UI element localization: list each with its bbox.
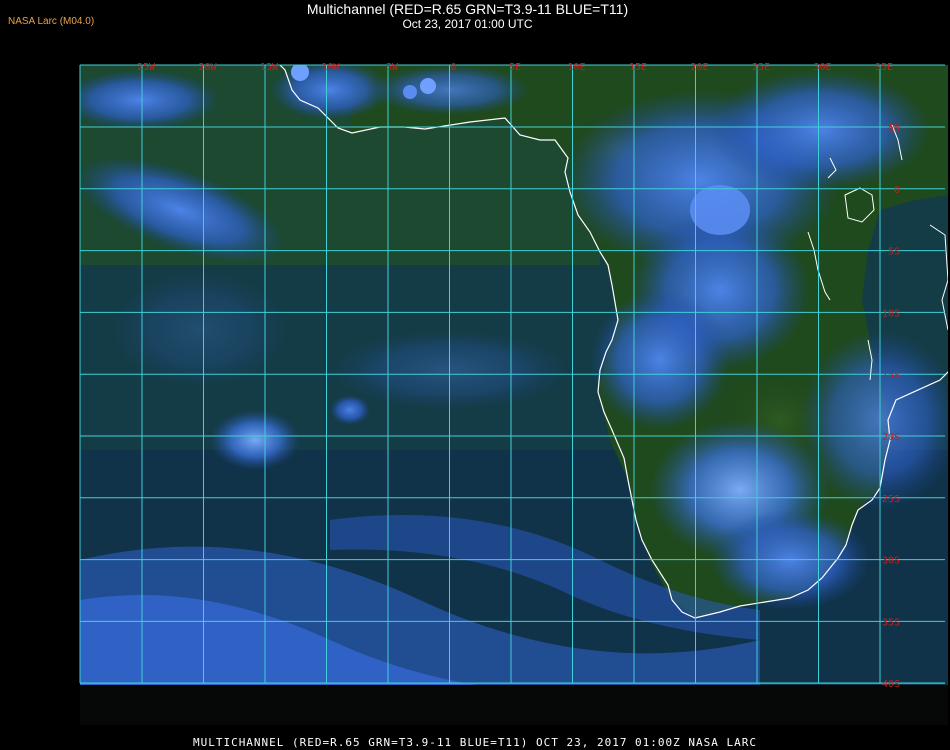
longitude-label: 0 [450, 62, 456, 73]
latitude-label: 0 [894, 185, 900, 196]
longitude-label: 10E [567, 62, 585, 73]
longitude-label: 20E [690, 62, 708, 73]
longitude-label: 35E [875, 62, 893, 73]
longitude-label: 25E [752, 62, 770, 73]
longitude-label: 10W [321, 62, 340, 73]
longitude-label: 30E [813, 62, 831, 73]
latitude-label: 10S [882, 308, 900, 319]
latitude-label: 20S [882, 432, 900, 443]
latitude-label: 5N [888, 123, 900, 134]
latitude-label: 5S [888, 247, 900, 258]
longitude-label: 15W [260, 62, 279, 73]
latitude-label: 35S [882, 617, 900, 628]
satellite-map: 25W 20W 15W 10W 5W 0 5E 10E 15E 20E 25E 30E 35E 5N 0 5… [79, 62, 948, 725]
longitude-label: 15E [629, 62, 647, 73]
longitude-label: 20W [198, 62, 217, 73]
longitude-label: 25W [137, 62, 156, 73]
longitude-label: 5W [386, 62, 399, 73]
latitude-label: 30S [882, 556, 900, 567]
latitude-label: 40S [882, 679, 900, 690]
footer-caption: MULTICHANNEL (RED=R.65 GRN=T3.9-11 BLUE=… [192, 736, 758, 749]
latitude-label: 15S [882, 370, 900, 381]
imagery-layer [80, 65, 948, 685]
latitude-label: 25S [882, 494, 900, 505]
longitude-label: 5E [509, 62, 521, 73]
